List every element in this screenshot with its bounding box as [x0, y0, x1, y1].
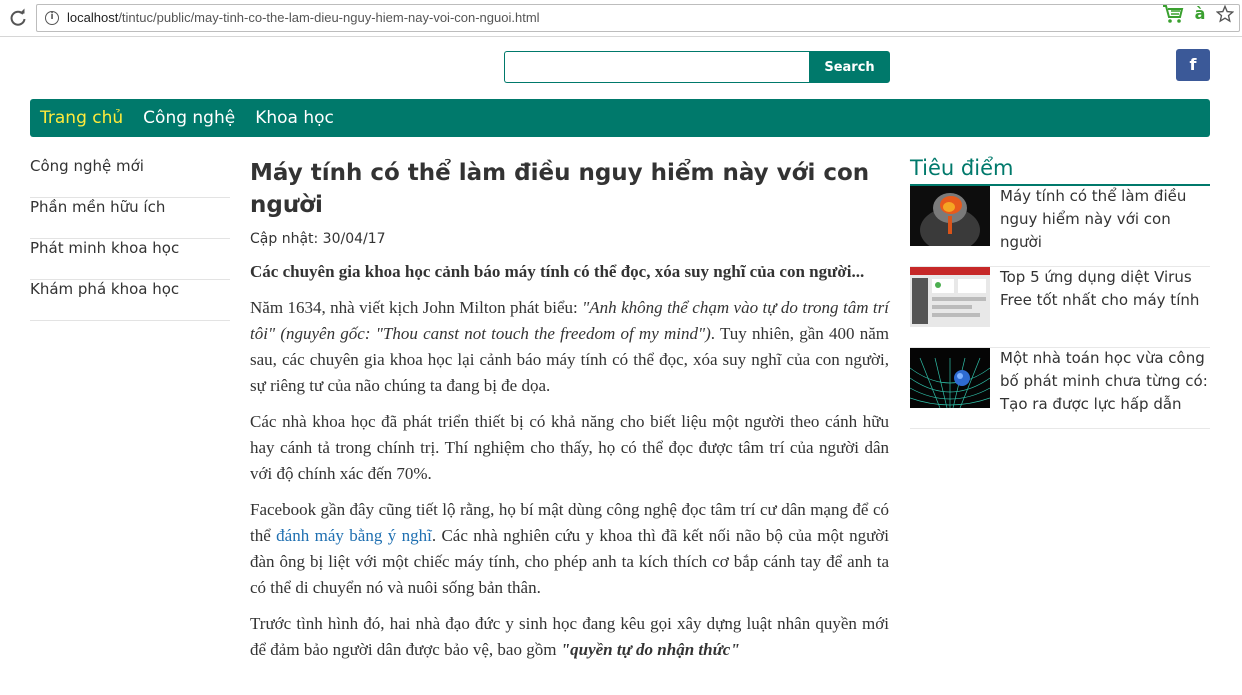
focus-item[interactable]: Máy tính có thể làm điều nguy hiểm này v…: [910, 186, 1210, 267]
article-paragraph: Các nhà khoa học đã phát triển thiết bị …: [250, 412, 889, 483]
focus-item-title[interactable]: Máy tính có thể làm điều nguy hiểm này v…: [1000, 185, 1210, 254]
gravity-grid-thumbnail[interactable]: [910, 348, 990, 408]
inline-link[interactable]: đánh máy bằng ý nghĩ: [276, 526, 432, 545]
article-updated-date: Cập nhật: 30/04/17: [250, 231, 386, 247]
article-lead: Các chuyên gia khoa học cảnh báo máy tín…: [250, 262, 865, 281]
nav-item-home[interactable]: Trang chủ: [40, 108, 123, 128]
browser-toolbar: i localhost/tintuc/public/may-tinh-co-th…: [0, 0, 1242, 37]
main-nav: Trang chủ Công nghệ Khoa học: [30, 99, 1210, 137]
focus-item[interactable]: Một nhà toán học vừa công bố phát minh c…: [910, 348, 1210, 429]
sidebar-item-discovery[interactable]: Khám phá khoa học: [30, 280, 230, 321]
focus-heading: Tiêu điểm: [910, 155, 1210, 186]
star-icon[interactable]: [1216, 5, 1234, 23]
sidebar-item-inventions[interactable]: Phát minh khoa học: [30, 239, 230, 280]
facebook-icon[interactable]: f: [1176, 49, 1210, 81]
info-icon[interactable]: i: [45, 11, 59, 25]
sidebar-item-new-tech[interactable]: Công nghệ mới: [30, 157, 230, 198]
focus-item[interactable]: Top 5 ứng dụng diệt Virus Free tốt nhất …: [910, 267, 1210, 348]
focus-item-title[interactable]: Một nhà toán học vừa công bố phát minh c…: [1000, 347, 1210, 416]
nav-item-science[interactable]: Khoa học: [255, 108, 334, 128]
article-paragraph: Facebook gần đây cũng tiết lộ rằng, họ b…: [250, 500, 889, 597]
nav-item-technology[interactable]: Công nghệ: [143, 108, 235, 128]
search-form: Search: [504, 51, 890, 83]
brain-thumbnail[interactable]: [910, 186, 990, 246]
article: Máy tính có thể làm điều nguy hiểm này v…: [250, 157, 889, 663]
cart-icon[interactable]: [1162, 4, 1184, 24]
focus-item-title[interactable]: Top 5 ứng dụng diệt Virus Free tốt nhất …: [1000, 266, 1210, 312]
article-paragraph: Trước tình hình đó, hai nhà đạo đức y si…: [250, 614, 889, 659]
extension-icons: à: [1162, 3, 1234, 25]
emphasis-text: "quyền tự do nhận thức": [560, 640, 740, 659]
url-text[interactable]: localhost/tintuc/public/may-tinh-co-the-…: [67, 10, 540, 25]
search-input[interactable]: [504, 51, 810, 83]
address-bar[interactable]: i localhost/tintuc/public/may-tinh-co-th…: [36, 4, 1240, 32]
article-paragraph: Năm 1634, nhà viết kịch John Milton phát…: [250, 298, 890, 395]
reload-icon[interactable]: [8, 8, 28, 28]
extension-a-icon[interactable]: à: [1192, 4, 1208, 24]
sidebar-item-software[interactable]: Phần mền hữu ích: [30, 198, 230, 239]
focus-panel: Tiêu điểm Máy tính có thể làm điều nguy …: [910, 155, 1210, 429]
category-sidebar: Công nghệ mới Phần mền hữu ích Phát minh…: [30, 157, 230, 321]
antivirus-screenshot-thumbnail[interactable]: [910, 267, 990, 327]
search-button[interactable]: Search: [809, 51, 890, 83]
article-title: Máy tính có thể làm điều nguy hiểm này v…: [250, 160, 870, 218]
